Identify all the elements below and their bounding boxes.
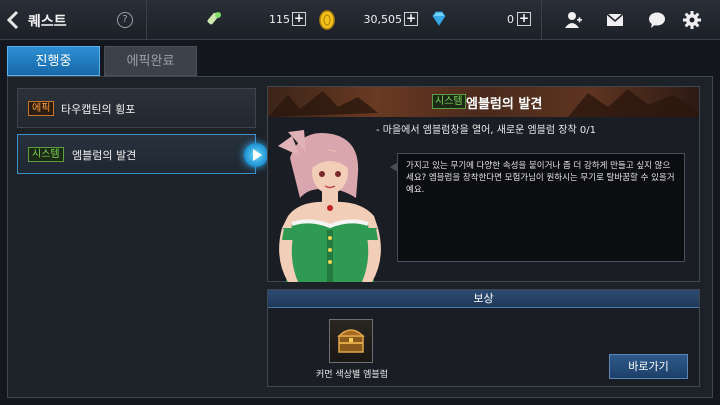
system-tag: 시스템: [28, 147, 64, 162]
quest-list-item[interactable]: 에픽 타우캡틴의 횡포: [17, 88, 256, 128]
npc-character-portrait: [270, 128, 390, 282]
go-shortcut-button[interactable]: 바로가기: [609, 354, 688, 379]
reward-item-name: 커먼 색상별 엠블럼: [316, 370, 388, 380]
stamina-value: 115: [269, 13, 290, 26]
epic-tag: 에픽: [28, 101, 55, 116]
tab-in-progress[interactable]: 진행중: [7, 46, 100, 76]
play-arrow-icon[interactable]: [244, 143, 268, 167]
back-arrow-icon[interactable]: [6, 9, 26, 31]
gear-icon[interactable]: [682, 10, 702, 30]
flashlight-icon: [203, 10, 223, 33]
npc-dialogue: 가지고 있는 무기에 다양한 속성을 붙이거나 좀 더 강하게 만들고 싶지 않…: [390, 153, 685, 262]
divider: [146, 0, 147, 40]
add-gem-button[interactable]: +: [517, 12, 531, 26]
help-button[interactable]: ?: [117, 12, 133, 28]
reward-header: 보상: [268, 290, 699, 308]
diamond-icon: [430, 10, 448, 31]
system-tag: 시스템: [432, 94, 466, 109]
chat-icon[interactable]: [647, 10, 667, 30]
divider: [541, 0, 542, 40]
tab-epic-completed[interactable]: 에픽완료: [104, 46, 197, 76]
treasure-chest-icon: [337, 329, 365, 353]
top-bar: 퀘스트 ? 115 + 30,505 + 0 +: [0, 0, 720, 40]
mail-icon[interactable]: [605, 10, 625, 30]
quest-objective: - 마을에서 엠블럼창을 열어, 새로운 엠블럼 장착 0/1: [376, 125, 596, 136]
gold-coin-icon: [318, 10, 336, 33]
gold-value: 30,505: [363, 13, 403, 26]
reward-item-slot[interactable]: [329, 319, 373, 363]
add-gold-button[interactable]: +: [404, 12, 418, 26]
quest-label: 타우캡틴의 횡포: [61, 103, 136, 116]
page-title: 퀘스트: [28, 14, 67, 30]
friends-icon[interactable]: [563, 10, 583, 30]
quest-title: 엠블럼의 발견: [466, 97, 543, 112]
quest-label: 엠블럼의 발견: [72, 149, 137, 162]
quest-list-item-selected[interactable]: 시스템 엠블럼의 발견: [17, 134, 256, 174]
add-stamina-button[interactable]: +: [292, 12, 306, 26]
gem-value: 0: [507, 13, 514, 26]
